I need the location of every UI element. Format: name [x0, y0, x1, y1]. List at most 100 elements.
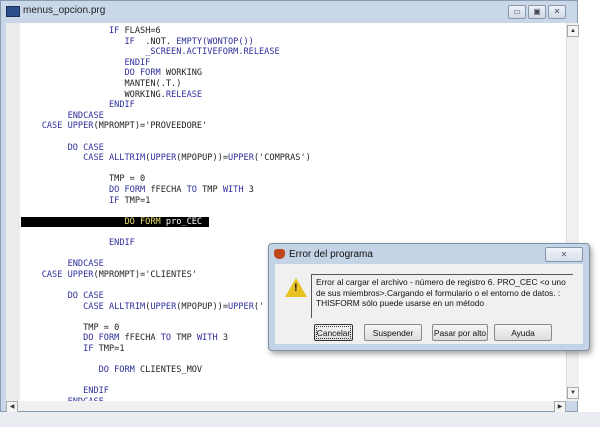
code-keyword: UPPER: [150, 153, 177, 164]
close-button[interactable]: ✕: [548, 5, 566, 19]
code-keyword: DO FORM: [83, 333, 125, 344]
window-title: menus_opcion.prg: [23, 5, 106, 16]
code-keyword: WITH: [222, 185, 249, 195]
code-token: CLIENTES_MOV: [140, 365, 203, 376]
code-keyword: IF: [83, 344, 99, 354]
code-line[interactable]: DO FORM WORKING: [21, 68, 202, 79]
code-keyword: CASE ALLTRIM: [83, 153, 146, 164]
warning-icon-mark: !: [294, 282, 298, 294]
code-line[interactable]: TMP = 0: [21, 174, 145, 185]
code-keyword: ENDCASE: [67, 259, 104, 270]
code-keyword: ENDIF: [124, 57, 151, 68]
code-token: fFECHA: [150, 185, 187, 195]
code-line[interactable]: DO CASE: [21, 291, 104, 302]
code-keyword: UPPER: [228, 153, 254, 164]
title-bar[interactable]: menus_opcion.prg ▭ ▣ ✕: [1, 1, 577, 23]
code-token: (MPOPUP))=: [176, 153, 228, 164]
code-keyword: DO CASE: [67, 291, 104, 301]
code-keyword: ENDIF: [83, 386, 109, 397]
code-keyword: RELEASE: [165, 89, 203, 100]
code-token: ('COMPRAS'): [253, 153, 311, 164]
code-line[interactable]: ENDIF: [21, 386, 109, 397]
help-button[interactable]: Ayuda: [494, 324, 552, 341]
code-line[interactable]: DO FORM fFECHA TO TMP WITH 3: [21, 333, 228, 344]
code-keyword: DO FORM: [98, 365, 141, 376]
code-line[interactable]: ENDCASE: [21, 259, 104, 270]
code-token: WORKING: [165, 68, 203, 79]
code-line[interactable]: ENDIF: [21, 58, 150, 69]
dialog-title: Error del programa: [289, 249, 373, 260]
code-keyword: IF: [108, 195, 125, 206]
code-keyword: UPPER: [150, 301, 177, 312]
code-keyword: ENDIF: [108, 100, 135, 111]
code-token: TMP: [202, 185, 223, 195]
code-line[interactable]: IF FLASH=6: [21, 26, 161, 37]
code-token: TMP = 0: [108, 174, 146, 185]
maximize-button[interactable]: ▣: [528, 5, 546, 19]
code-line[interactable]: DO CASE: [21, 143, 104, 154]
code-keyword: EMPTY(WONTOP()): [176, 36, 254, 47]
error-message: Error al cargar el archivo - número de r…: [311, 274, 573, 318]
scroll-up-arrow-icon[interactable]: ▲: [567, 25, 579, 37]
code-line[interactable]: ENDCASE: [21, 111, 104, 122]
code-keyword: IF: [124, 36, 146, 47]
ignore-button[interactable]: Pasar por alto: [432, 324, 488, 341]
code-token: TMP = 0: [83, 322, 120, 333]
code-keyword: DO FORM: [124, 216, 166, 227]
code-keyword: _SCREEN.ACTIVEFORM.RELEASE: [145, 47, 280, 58]
error-dialog: Error del programa ✕ ! Error al cargar e…: [268, 243, 590, 351]
code-keyword: TO: [186, 185, 203, 195]
code-token: (MPOPUP))=: [176, 301, 228, 312]
dialog-close-button[interactable]: ✕: [545, 247, 583, 262]
code-token: .NOT.: [145, 36, 177, 47]
code-token: (MPROMPT)='CLIENTES': [93, 269, 197, 280]
code-token: TMP=1: [124, 195, 151, 206]
cancel-button[interactable]: Cancelar: [314, 324, 353, 341]
code-token: WORKING.: [124, 89, 166, 100]
code-line[interactable]: CASE UPPER(MPROMPT)='CLIENTES': [21, 270, 197, 281]
fox-icon: [274, 249, 285, 259]
code-keyword: ENDCASE: [67, 110, 104, 121]
code-keyword: CASE UPPER: [41, 269, 94, 280]
code-line[interactable]: MANTEN(.T.): [21, 79, 181, 90]
code-line[interactable]: CASE ALLTRIM(UPPER(MPOPUP))=UPPER(': [21, 302, 264, 313]
code-token: fFECHA: [124, 333, 161, 344]
code-token: FLASH=6: [124, 26, 161, 36]
code-token: MANTEN(.T.): [124, 79, 182, 89]
code-line[interactable]: IF TMP=1: [21, 344, 125, 355]
scroll-down-arrow-icon[interactable]: ▼: [567, 387, 579, 399]
code-line[interactable]: WORKING.RELEASE: [21, 90, 202, 101]
code-line[interactable]: DO FORM CLIENTES_MOV: [21, 365, 203, 376]
code-keyword: TO: [160, 333, 177, 344]
code-token: 3: [248, 185, 254, 195]
code-keyword: IF: [108, 26, 125, 36]
code-line[interactable]: CASE UPPER(MPROMPT)='PROVEEDORE': [21, 121, 208, 132]
code-line[interactable]: IF .NOT. EMPTY(WONTOP()): [21, 36, 254, 48]
code-keyword: WITH: [196, 333, 223, 344]
dialog-body: ! Error al cargar el archivo - número de…: [275, 264, 583, 344]
code-keyword: DO FORM: [124, 68, 166, 79]
code-keyword: DO FORM: [108, 185, 151, 195]
code-keyword: DO CASE: [67, 142, 104, 153]
code-keyword: ENDIF: [108, 238, 135, 248]
code-line[interactable]: TMP = 0: [21, 323, 119, 334]
code-keyword: CASE UPPER: [41, 121, 94, 132]
code-line[interactable]: ENDIF: [21, 100, 135, 111]
minimize-button[interactable]: ▭: [508, 5, 526, 19]
code-token: TMP=1: [98, 344, 125, 354]
code-keyword: UPPER: [228, 301, 254, 312]
horizontal-scrollbar[interactable]: ◀ ▶: [6, 401, 566, 413]
program-file-icon: [6, 6, 20, 17]
suspend-button[interactable]: Suspender: [364, 324, 422, 341]
code-line[interactable]: IF TMP=1: [21, 196, 150, 207]
code-token: 3: [222, 333, 229, 344]
highlighted-code-line[interactable]: DO FORM pro_CEC: [21, 216, 209, 228]
code-line[interactable]: DO FORM fFECHA TO TMP WITH 3: [21, 185, 254, 196]
code-token: (MPROMPT)='PROVEEDORE': [93, 121, 208, 132]
code-line[interactable]: _SCREEN.ACTIVEFORM.RELEASE: [21, 47, 280, 58]
code-token: pro_CEC: [165, 216, 203, 227]
code-line[interactable]: ENDIF: [21, 238, 135, 249]
taskbar-strip: [0, 412, 600, 427]
code-line[interactable]: CASE ALLTRIM(UPPER(MPOPUP))=UPPER('COMPR…: [21, 153, 311, 164]
code-token: TMP: [176, 333, 197, 344]
